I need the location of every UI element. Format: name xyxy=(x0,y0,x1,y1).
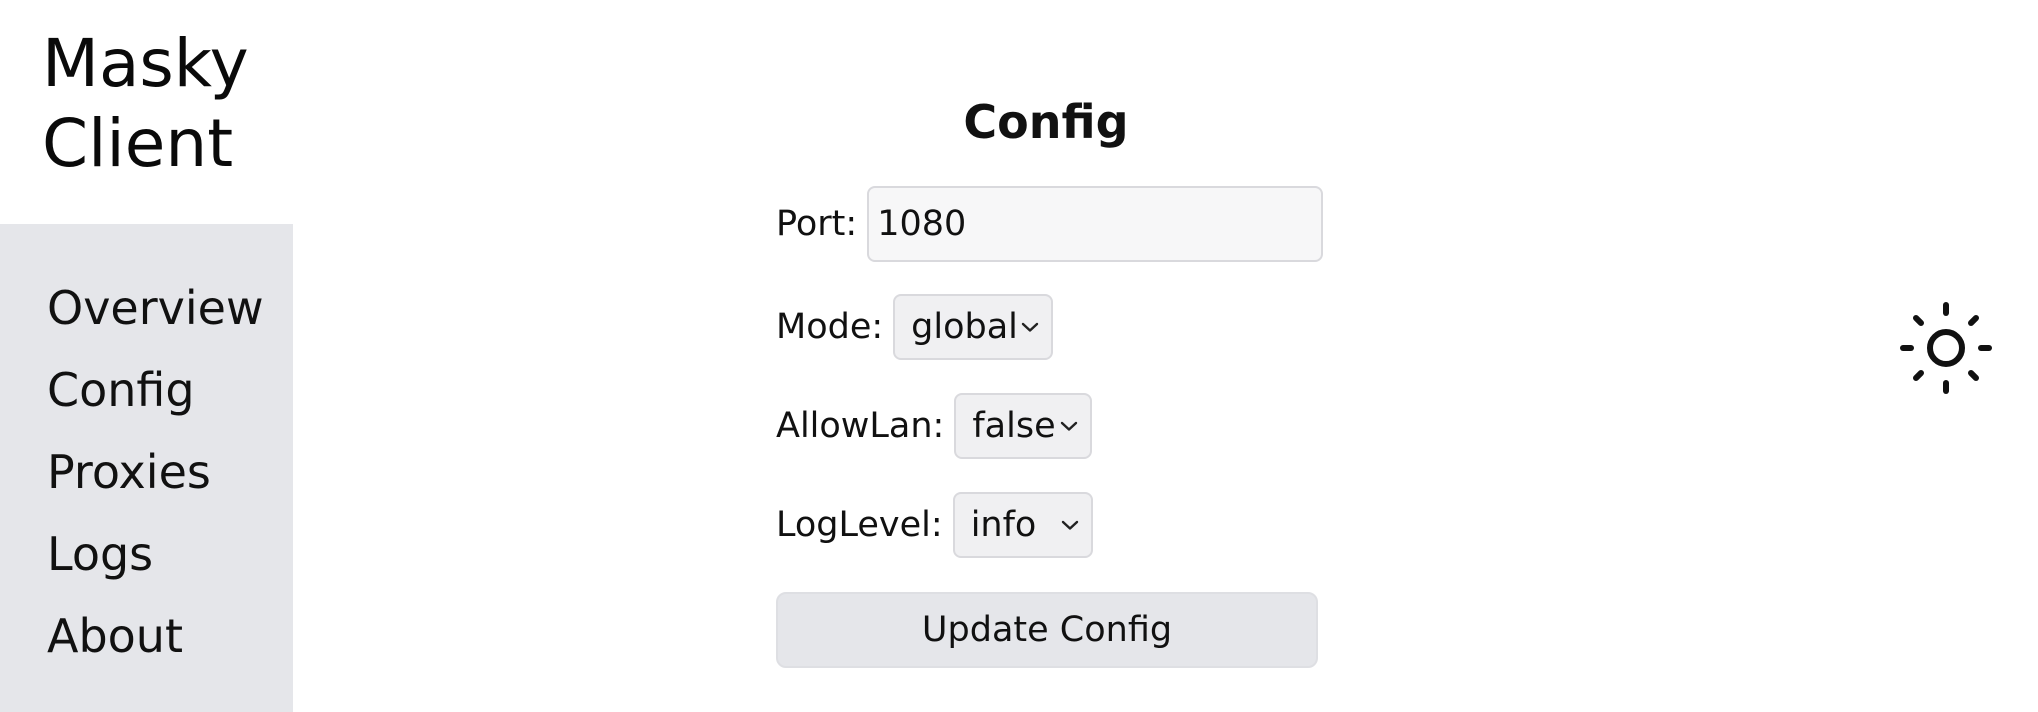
sun-icon xyxy=(1900,302,1992,394)
mode-label: Mode: xyxy=(776,307,884,347)
sidebar: Overview Config Proxies Logs About xyxy=(0,224,293,712)
allowlan-select-value: false xyxy=(972,406,1056,446)
chevron-down-icon xyxy=(1021,322,1039,332)
loglevel-label: LogLevel: xyxy=(776,505,943,545)
port-label: Port: xyxy=(776,204,858,244)
chevron-down-icon xyxy=(1061,421,1078,431)
allowlan-label: AllowLan: xyxy=(776,406,945,446)
loglevel-select[interactable]: info xyxy=(952,492,1093,558)
app-root: Masky Client Overview Config Proxies Log… xyxy=(0,0,2038,712)
app-title: Masky Client xyxy=(42,24,249,184)
allowlan-select[interactable]: false xyxy=(954,393,1093,459)
loglevel-row: LogLevel: info xyxy=(776,492,1093,558)
mode-select-value: global xyxy=(911,307,1018,347)
sidebar-item-proxies[interactable]: Proxies xyxy=(47,444,211,500)
port-row: Port: xyxy=(776,186,1324,262)
mode-select[interactable]: global xyxy=(893,294,1054,360)
update-config-button[interactable]: Update Config xyxy=(776,592,1318,668)
app-title-line1: Masky xyxy=(42,25,249,102)
app-title-line2: Client xyxy=(42,105,234,182)
theme-toggle-button[interactable] xyxy=(1900,302,1992,394)
mode-row: Mode: global xyxy=(776,294,1054,360)
port-input[interactable] xyxy=(867,186,1324,262)
allowlan-row: AllowLan: false xyxy=(776,393,1093,459)
loglevel-select-value: info xyxy=(970,505,1037,545)
sidebar-item-logs[interactable]: Logs xyxy=(47,526,153,582)
page-title: Config xyxy=(963,95,1129,149)
sidebar-item-about[interactable]: About xyxy=(47,608,183,664)
sidebar-item-config[interactable]: Config xyxy=(47,362,195,418)
sidebar-item-overview[interactable]: Overview xyxy=(47,280,264,336)
chevron-down-icon xyxy=(1061,520,1078,530)
